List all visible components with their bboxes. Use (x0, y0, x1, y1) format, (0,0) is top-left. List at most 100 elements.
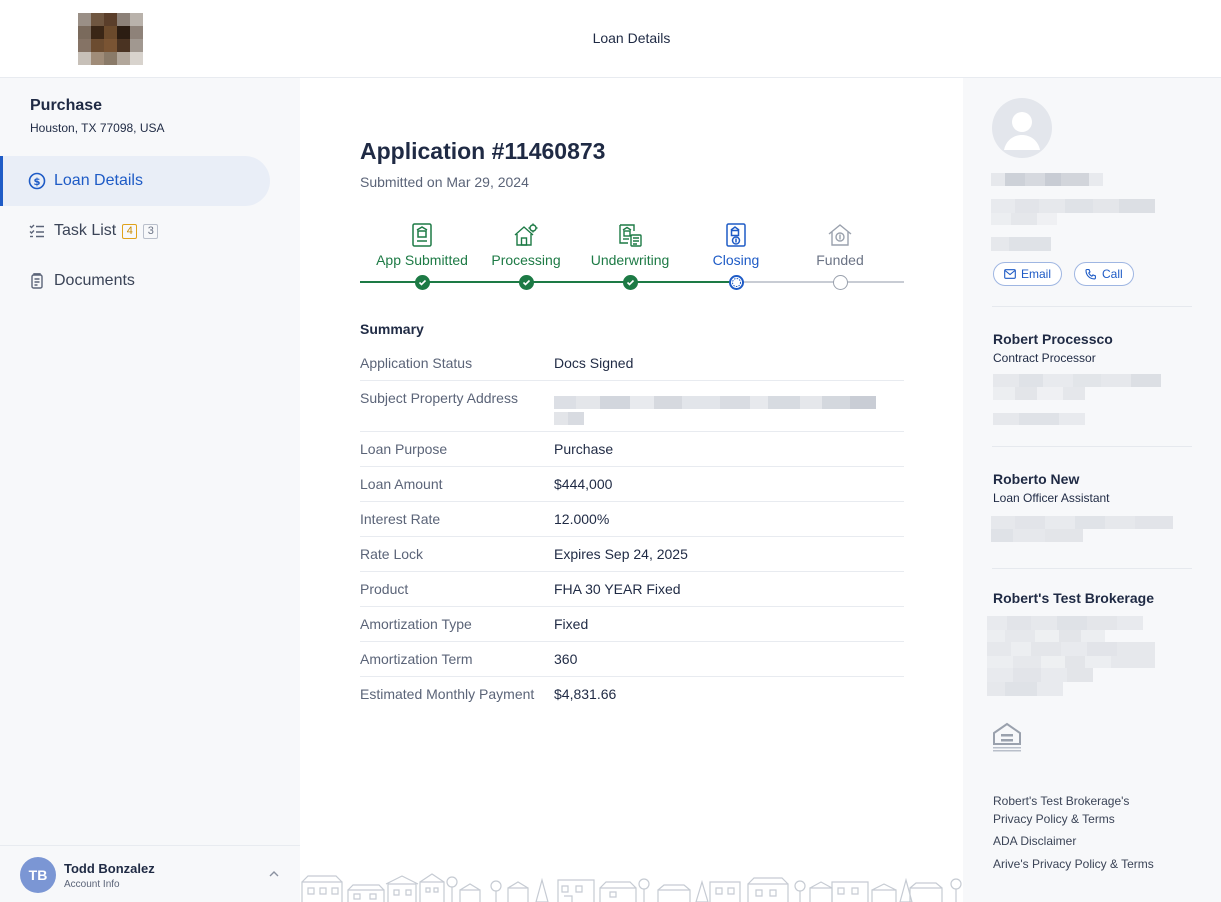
document-icon (28, 272, 46, 290)
summary-label: Product (360, 581, 409, 597)
summary-value: Expires Sep 24, 2025 (554, 546, 688, 562)
processor-role: Contract Processor (993, 351, 1096, 365)
redacted-processor-contact (993, 374, 1161, 425)
summary-label: Interest Rate (360, 511, 441, 527)
summary-label: Estimated Monthly Payment (360, 686, 535, 702)
step-label: Underwriting (590, 252, 670, 268)
summary-row: Product FHA 30 YEAR Fixed (360, 572, 904, 607)
loan-type: Purchase (30, 97, 103, 114)
call-button[interactable]: Call (1074, 262, 1134, 286)
summary-row: Amortization Type Fixed (360, 607, 904, 642)
redacted-brokerage-address (987, 616, 1155, 696)
house-gear-icon (466, 218, 586, 248)
summary-table: Application Status Docs Signed Subject P… (360, 346, 904, 711)
checklist-icon (28, 222, 46, 240)
mail-icon (1004, 269, 1016, 279)
summary-row: Loan Amount $444,000 (360, 467, 904, 502)
step-label: Funded (816, 252, 864, 268)
step-complete-check-icon (519, 275, 534, 290)
link-line: Privacy Policy & Terms (993, 812, 1115, 826)
divider (992, 568, 1192, 569)
avatar: TB (20, 857, 56, 893)
summary-row: Rate Lock Expires Sep 24, 2025 (360, 537, 904, 572)
submitted-date: Submitted on Mar 29, 2024 (360, 174, 529, 190)
underwriting-doc-icon (570, 218, 690, 248)
step-complete-check-icon (623, 275, 638, 290)
step-funded: Funded (780, 218, 900, 290)
user-silhouette-icon (1004, 112, 1040, 150)
link-line: Robert's Test Brokerage's (993, 794, 1130, 808)
chevron-up-icon[interactable] (268, 868, 280, 880)
done-tasks-badge: 3 (143, 223, 159, 239)
summary-value: Purchase (554, 441, 614, 457)
assistant-role: Loan Officer Assistant (993, 491, 1110, 505)
summary-heading: Summary (360, 321, 424, 337)
main-content: Application #11460873 Submitted on Mar 2… (300, 78, 963, 902)
ada-disclaimer-link[interactable]: ADA Disclaimer (993, 832, 1076, 850)
email-button[interactable]: Email (993, 262, 1063, 286)
nav-label: Loan Details (54, 172, 143, 189)
step-underwriting: Underwriting (570, 218, 690, 290)
call-label: Call (1102, 267, 1123, 281)
dollar-circle-icon: $ (28, 172, 46, 190)
summary-label: Rate Lock (360, 546, 424, 562)
summary-label: Loan Amount (360, 476, 443, 492)
step-pending-indicator (833, 275, 848, 290)
summary-value: Docs Signed (554, 355, 634, 371)
application-form-icon (362, 218, 482, 248)
house-dollar-icon (780, 218, 900, 248)
redacted-assistant-contact (991, 516, 1173, 542)
summary-row: Amortization Term 360 (360, 642, 904, 677)
top-bar: Loan Details (0, 0, 1221, 78)
step-app-submitted: App Submitted (362, 218, 482, 290)
nav-documents[interactable]: Documents (0, 256, 270, 306)
summary-value: $444,000 (554, 476, 613, 492)
summary-label: Amortization Type (360, 616, 472, 632)
step-current-indicator (729, 275, 744, 290)
summary-label: Loan Purpose (360, 441, 448, 457)
summary-value: 360 (554, 651, 578, 667)
redacted-officer-contact (991, 199, 1155, 251)
summary-label: Subject Property Address (360, 390, 518, 406)
contacts-panel: Email Call Robert Processco Contract Pro… (963, 78, 1221, 902)
processor-name: Robert Processco (993, 331, 1113, 347)
summary-value: Fixed (554, 616, 589, 632)
account-subtitle: Account Info (64, 879, 120, 890)
progress-stepper: App Submitted Processing Underwriting Cl… (360, 218, 904, 298)
application-title: Application #11460873 (360, 138, 606, 164)
progress-line-pending (736, 281, 904, 283)
nav-label: Task List (54, 222, 117, 239)
loan-officer-avatar (992, 98, 1052, 158)
brokerage-privacy-link[interactable]: Robert's Test Brokerage's Privacy Policy… (993, 792, 1129, 828)
summary-value: 12.000% (554, 511, 610, 527)
step-closing: Closing (676, 218, 796, 290)
equal-housing-lender-icon (993, 722, 1021, 752)
nav-loan-details[interactable]: $ Loan Details (0, 156, 270, 206)
summary-row: Interest Rate 12.000% (360, 502, 904, 537)
summary-value: $4,831.66 (554, 686, 617, 702)
account-menu[interactable]: TB Todd Bonzalez Account Info (0, 845, 300, 902)
loan-location: Houston, TX 77098, USA (30, 121, 165, 135)
email-label: Email (1021, 267, 1052, 281)
phone-icon (1085, 268, 1096, 280)
step-processing: Processing (466, 218, 586, 290)
summary-label: Application Status (360, 355, 473, 371)
closing-document-icon (676, 218, 796, 248)
summary-row: Estimated Monthly Payment $4,831.66 (360, 677, 904, 711)
nav-label: Documents (54, 272, 135, 289)
houses-illustration (301, 873, 962, 902)
summary-value: FHA 30 YEAR Fixed (554, 581, 681, 597)
divider (992, 446, 1192, 447)
step-label: Closing (712, 252, 760, 268)
summary-row: Application Status Docs Signed (360, 346, 904, 381)
arive-privacy-link[interactable]: Arive's Privacy Policy & Terms (993, 855, 1154, 873)
summary-row: Subject Property Address (360, 381, 904, 432)
brokerage-name: Robert's Test Brokerage (993, 590, 1155, 606)
divider (992, 306, 1192, 307)
summary-row: Loan Purpose Purchase (360, 432, 904, 467)
step-label: Processing (491, 252, 561, 268)
account-name: Todd Bonzalez (64, 861, 155, 876)
summary-label: Amortization Term (360, 651, 473, 667)
svg-text:$: $ (34, 177, 41, 188)
nav-task-list[interactable]: Task List 4 3 (0, 206, 270, 256)
